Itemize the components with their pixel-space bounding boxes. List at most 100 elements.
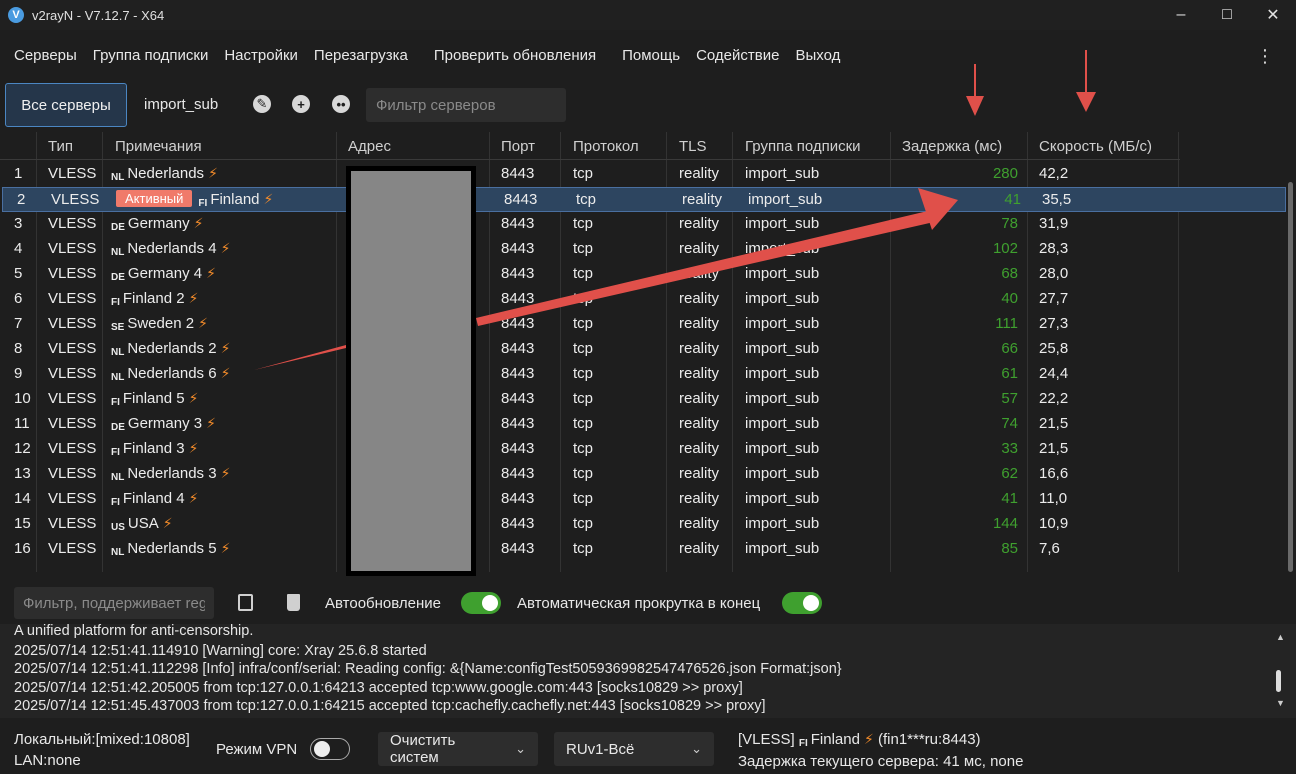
row-number: 12 (14, 440, 31, 457)
menu-settings[interactable]: Настройки (216, 47, 306, 64)
log-output[interactable]: A unified platform for anti-censorship. … (0, 624, 1296, 718)
col-remarks[interactable]: Примечания (115, 138, 202, 155)
table-row[interactable]: 7 VLESS SE Sweden 2 ⚡ 8443 tcp reality import_su… (0, 312, 1180, 337)
cell-delay: 66 (1001, 340, 1018, 357)
tab-all-servers[interactable]: Все серверы (5, 83, 127, 127)
table-header: Тип Примечания Адрес Порт Протокол TLS Г… (0, 132, 1180, 160)
server-remark: Germany (127, 215, 190, 232)
table-row[interactable]: 4 VLESS NL Nederlands 4 ⚡ 8443 tcp reality impor… (0, 237, 1180, 262)
close-icon[interactable]: ✕ (1250, 0, 1296, 30)
log-filter-input[interactable] (14, 587, 214, 619)
flag-code: DE (111, 272, 125, 283)
more-options-icon[interactable]: ⋮ (1256, 46, 1274, 67)
col-port[interactable]: Порт (501, 138, 535, 155)
row-number: 14 (14, 490, 31, 507)
flag-code: FI (198, 198, 208, 209)
col-delay[interactable]: Задержка (мс) (902, 138, 1002, 155)
table-scrollbar[interactable] (1288, 182, 1293, 572)
col-tls[interactable]: TLS (679, 138, 707, 155)
cell-port: 8443 (501, 240, 535, 257)
cell-port: 8443 (501, 465, 535, 482)
menu-donate[interactable]: Содействие (688, 47, 787, 64)
edit-icon[interactable]: ✎ (253, 95, 271, 113)
col-type[interactable]: Тип (48, 138, 73, 155)
flag-code: NL (111, 547, 125, 558)
cell-speed: 22,2 (1039, 390, 1069, 407)
cell-remarks: FI Finland 5 ⚡ (111, 390, 198, 408)
log-line: 2025/07/14 12:51:45.437003 from tcp:127.… (14, 698, 766, 714)
table-row[interactable]: 8 VLESS NL Nederlands 2 ⚡ 8443 tcp reality impor… (0, 337, 1180, 362)
cell-tls: reality (679, 440, 720, 457)
table-row[interactable]: 2 VLESS Активный FI Finland ⚡ 8443 tcp reality im… (2, 187, 1286, 212)
col-group[interactable]: Группа подписки (745, 138, 861, 155)
menu-help[interactable]: Помощь (614, 47, 688, 64)
minimize-icon[interactable]: – (1158, 0, 1204, 30)
table-row[interactable]: 11 VLESS DE Germany 3 ⚡ 8443 tcp reality import_… (0, 412, 1180, 437)
cell-port: 8443 (501, 340, 535, 357)
table-row[interactable]: 15 VLESS US USA ⚡ 8443 tcp reality import_sub 10,… (0, 512, 1180, 537)
table-row[interactable]: 1 VLESS NL Nederlands ⚡ 8443 tcp reality import_… (0, 162, 1180, 187)
row-number: 6 (14, 290, 23, 307)
cell-type: VLESS (48, 215, 97, 232)
status-bar: Локальный:[mixed:10808] LAN:none Режим V… (0, 722, 1296, 774)
bolt-icon: ⚡ (863, 731, 874, 747)
cell-port: 8443 (501, 165, 535, 182)
server-filter-input[interactable] (366, 88, 566, 122)
cell-group: import_sub (745, 415, 820, 432)
add-icon[interactable]: + (292, 95, 310, 113)
server-remark: Finland 2 (122, 290, 185, 307)
cell-speed: 35,5 (1042, 191, 1072, 208)
menu-restart[interactable]: Перезагрузка (306, 47, 416, 64)
menu-servers[interactable]: Серверы (6, 47, 85, 64)
cell-group: import_sub (745, 390, 820, 407)
row-number: 9 (14, 365, 23, 382)
cell-group: import_sub (745, 290, 820, 307)
bolt-icon: ⚡ (188, 490, 199, 506)
table-row[interactable]: 10 VLESS FI Finland 5 ⚡ 8443 tcp reality import_… (0, 387, 1180, 412)
cell-speed: 10,9 (1039, 515, 1069, 532)
bolt-icon: ⚡ (220, 465, 231, 481)
trash-icon[interactable] (287, 594, 300, 611)
vpn-mode-toggle[interactable] (310, 738, 350, 760)
log-scrollbar[interactable] (1276, 670, 1281, 692)
table-row[interactable]: 14 VLESS FI Finland 4 ⚡ 8443 tcp reality import_… (0, 487, 1180, 512)
cell-delay: 40 (1001, 290, 1018, 307)
menu-check-updates[interactable]: Проверить обновления (426, 47, 604, 64)
auto-refresh-toggle[interactable] (461, 592, 501, 614)
log-scroll-down-icon[interactable]: ▼ (1276, 698, 1285, 708)
window-title: v2rayN - V7.12.7 - X64 (32, 7, 165, 23)
maximize-icon[interactable]: □ (1204, 0, 1250, 30)
cell-delay: 61 (1001, 365, 1018, 382)
table-row[interactable]: 16 VLESS NL Nederlands 5 ⚡ 8443 tcp reality impo… (0, 537, 1180, 562)
tab-import-sub[interactable]: import_sub (144, 96, 218, 113)
table-row[interactable]: 9 VLESS NL Nederlands 6 ⚡ 8443 tcp reality impor… (0, 362, 1180, 387)
system-proxy-select[interactable]: Очистить систем ⌄ (378, 732, 538, 766)
col-speed[interactable]: Скорость (МБ/с) (1039, 138, 1152, 155)
cell-tls: reality (679, 490, 720, 507)
copy-icon[interactable] (238, 594, 253, 611)
col-address[interactable]: Адрес (348, 138, 391, 155)
cell-delay: 85 (1001, 540, 1018, 557)
local-port-status: Локальный:[mixed:10808] (14, 731, 190, 748)
table-row[interactable]: 13 VLESS NL Nederlands 3 ⚡ 8443 tcp reality impo… (0, 462, 1180, 487)
cell-protocol: tcp (573, 240, 594, 257)
cell-protocol: tcp (573, 440, 594, 457)
menu-subscription-group[interactable]: Группа подписки (85, 47, 217, 64)
table-row[interactable]: 3 VLESS DE Germany ⚡ 8443 tcp reality import_sub… (0, 212, 1180, 237)
table-row[interactable]: 5 VLESS DE Germany 4 ⚡ 8443 tcp reality import_s… (0, 262, 1180, 287)
menu-exit[interactable]: Выход (787, 47, 848, 64)
table-row[interactable]: 6 VLESS FI Finland 2 ⚡ 8443 tcp reality import_s… (0, 287, 1180, 312)
log-scroll-up-icon[interactable]: ▲ (1276, 632, 1285, 642)
cell-protocol: tcp (573, 290, 594, 307)
cell-type: VLESS (48, 290, 97, 307)
bolt-icon: ⚡ (193, 215, 204, 231)
flag-code: NL (111, 247, 125, 258)
flag-code: NL (111, 372, 125, 383)
table-row[interactable]: 12 VLESS FI Finland 3 ⚡ 8443 tcp reality import_… (0, 437, 1180, 462)
flag-code: SE (111, 322, 125, 333)
cell-delay: 62 (1001, 465, 1018, 482)
more-icon[interactable]: •• (332, 95, 350, 113)
col-protocol[interactable]: Протокол (573, 138, 639, 155)
routing-select[interactable]: RUv1-Всё ⌄ (554, 732, 714, 766)
auto-scroll-toggle[interactable] (782, 592, 822, 614)
